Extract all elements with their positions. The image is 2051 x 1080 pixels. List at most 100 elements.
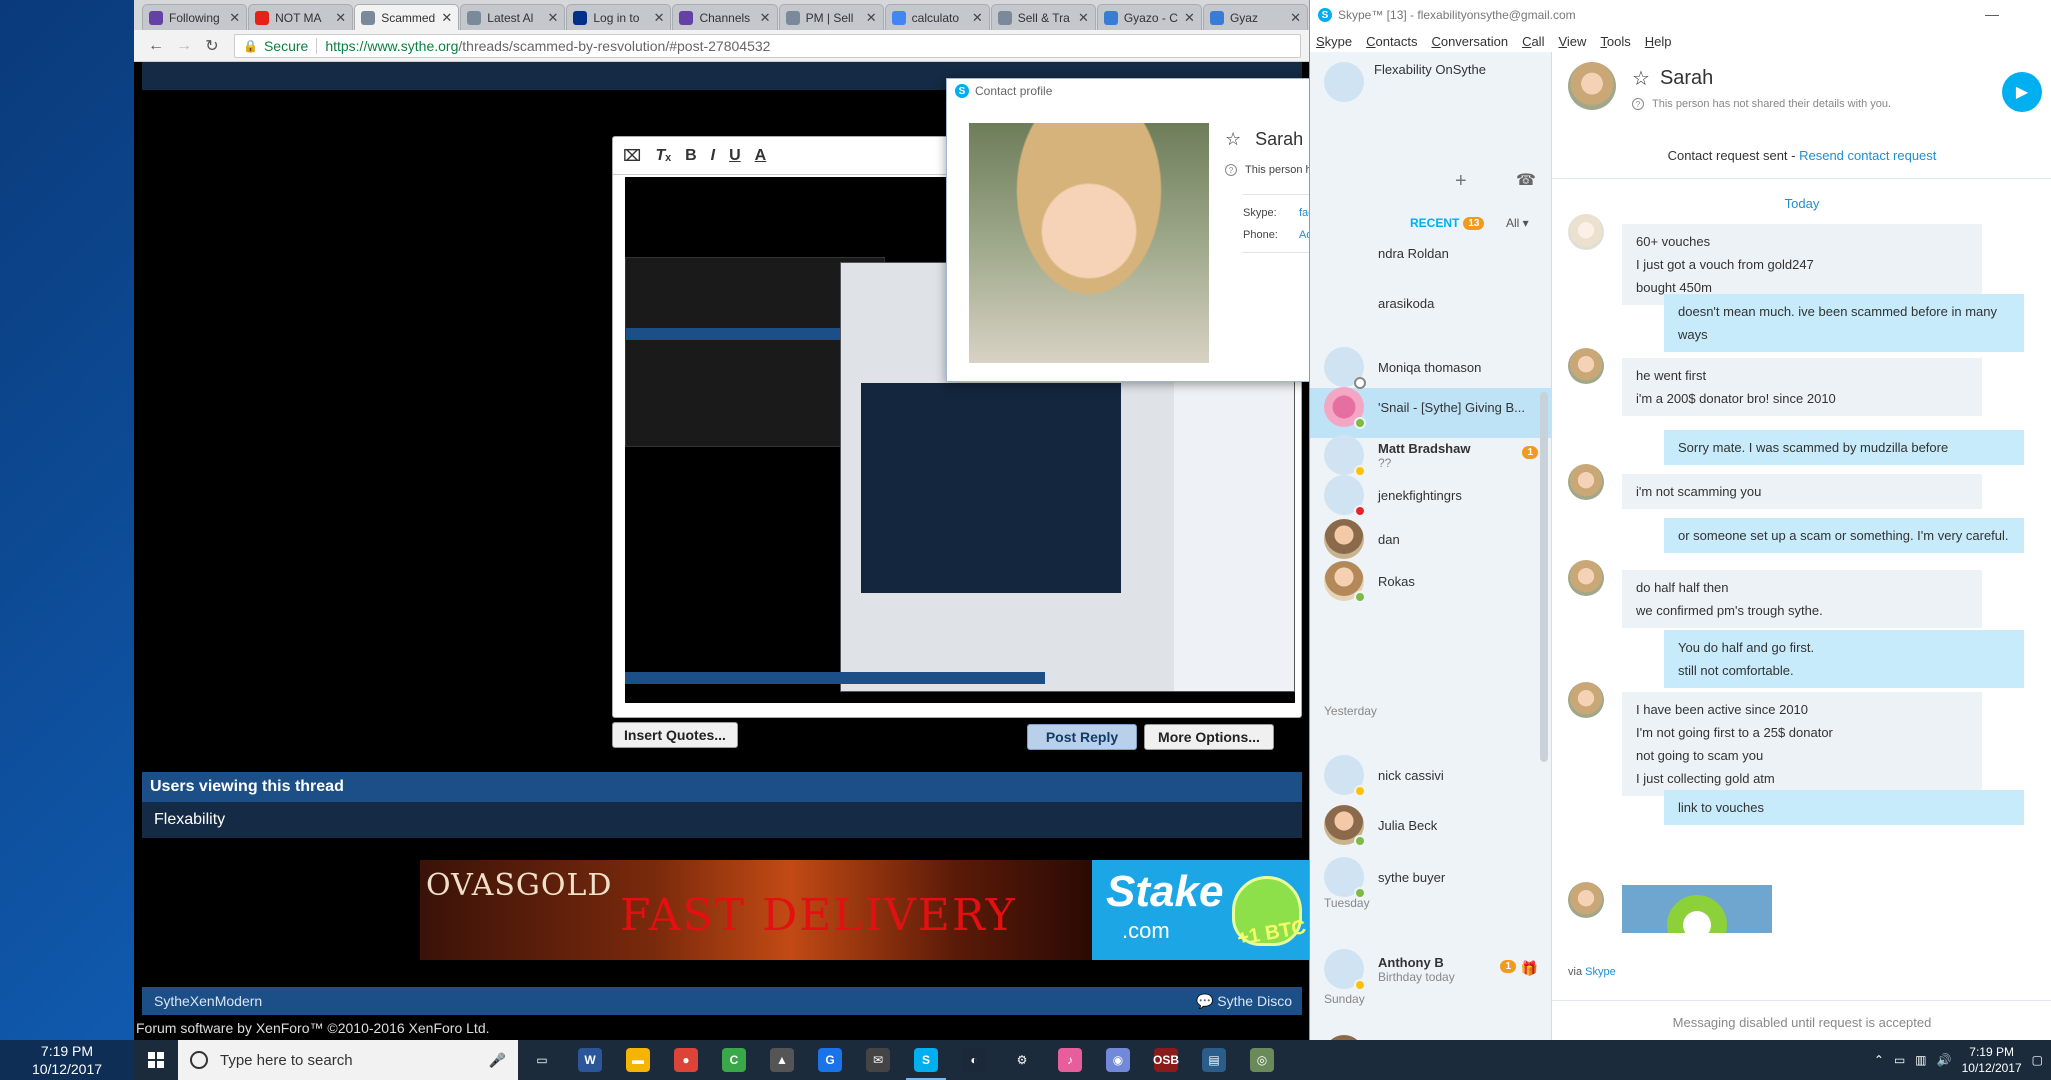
battery-icon[interactable]: ▭ <box>1894 1053 1905 1067</box>
sender-avatar[interactable] <box>1568 560 1604 596</box>
contact-avatar[interactable] <box>1568 62 1616 110</box>
contact-list-item[interactable]: arasikoda <box>1310 278 1552 328</box>
browser-tab[interactable]: Scammed ✕ <box>354 4 460 30</box>
outgoing-message[interactable]: doesn't mean much. ive been scammed befo… <box>1664 294 2024 352</box>
style-chooser[interactable]: SytheXenModern <box>154 993 262 1009</box>
remove-format-icon[interactable]: ⌧ <box>623 146 641 166</box>
notifications-icon[interactable]: ▢ <box>2032 1053 2043 1067</box>
discord-link[interactable]: 💬 Sythe Disco <box>1196 993 1292 1010</box>
browser-tab[interactable]: Log in to ✕ <box>566 4 672 30</box>
tray-clock[interactable]: 7:19 PM 10/12/2017 <box>1962 1044 2022 1076</box>
address-bar[interactable]: 🔒 Secure https://www.sythe.org /threads/… <box>234 33 1301 58</box>
taskbar-settings[interactable]: ⚙ <box>998 1040 1046 1080</box>
shared-image[interactable] <box>1622 885 1772 933</box>
contact-list-item[interactable]: ndra Roldan <box>1310 228 1552 278</box>
sender-avatar[interactable] <box>1568 214 1604 250</box>
incoming-message[interactable]: i'm not scamming you <box>1622 474 1982 509</box>
incoming-message[interactable]: I have been active since 2010 I'm not goi… <box>1622 692 1982 796</box>
browser-tab[interactable]: PM | Sell ✕ <box>778 4 884 30</box>
favorite-star-icon[interactable]: ☆ <box>1225 129 1241 150</box>
sender-avatar[interactable] <box>1568 682 1604 718</box>
taskbar-search[interactable]: Type here to search 🎤 <box>178 1040 518 1080</box>
taskbar-osbuddy[interactable]: OSB <box>1142 1040 1190 1080</box>
taskbar-discord[interactable]: ◉ <box>1094 1040 1142 1080</box>
volume-icon[interactable]: 🔊 <box>1937 1053 1952 1067</box>
contact-list-item[interactable]: nick cassivi <box>1310 750 1552 800</box>
browser-tab[interactable]: Sell & Tra ✕ <box>990 4 1096 30</box>
close-tab-icon[interactable]: ✕ <box>972 10 983 26</box>
underline-icon[interactable]: U <box>729 147 741 165</box>
menu-skype[interactable]: Skype <box>1316 34 1352 49</box>
chevron-up-icon[interactable]: ⌃ <box>1874 1053 1884 1067</box>
taskbar-app-g[interactable]: G <box>806 1040 854 1080</box>
browser-tab[interactable]: NOT MA ✕ <box>248 4 354 30</box>
outgoing-message[interactable]: Sorry mate. I was scammed by mudzilla be… <box>1664 430 2024 465</box>
menu-call[interactable]: Call <box>1522 34 1544 49</box>
taskbar-camtasia[interactable]: C <box>710 1040 758 1080</box>
menu-contacts[interactable]: Contacts <box>1366 34 1417 49</box>
clear-format-icon[interactable]: Tₓ <box>655 147 671 165</box>
add-number-link[interactable]: Add Number <box>1299 229 1309 241</box>
browser-tab[interactable]: Gyaz ✕ <box>1202 4 1309 30</box>
close-tab-icon[interactable]: ✕ <box>441 10 452 26</box>
resend-request-link[interactable]: Resend contact request <box>1799 148 1936 163</box>
contact-list-item[interactable]: Rokas <box>1310 556 1552 606</box>
bold-icon[interactable]: B <box>685 147 697 165</box>
minimize-icon[interactable]: — <box>1985 6 1999 22</box>
start-button[interactable] <box>134 1040 178 1080</box>
ovasgold-ad[interactable]: OVASGOLD FAST DELIVERY <box>420 860 1092 960</box>
contact-list-item[interactable]: jenekfightingrs <box>1310 470 1552 520</box>
taskbar-itunes[interactable]: ♪ <box>1046 1040 1094 1080</box>
taskbar-runescape[interactable]: ▤ <box>1190 1040 1238 1080</box>
add-contact-icon[interactable]: + <box>1455 170 1467 193</box>
italic-icon[interactable]: I <box>711 147 715 165</box>
video-call-icon[interactable]: ▶ <box>2002 72 2042 112</box>
close-tab-icon[interactable]: ✕ <box>1290 10 1301 26</box>
close-tab-icon[interactable]: ✕ <box>335 10 346 26</box>
sender-avatar[interactable] <box>1568 882 1604 918</box>
network-icon[interactable]: ▥ <box>1915 1053 1926 1067</box>
browser-tab[interactable]: Gyazo - C ✕ <box>1096 4 1202 30</box>
close-tab-icon[interactable]: ✕ <box>1078 10 1089 26</box>
close-tab-icon[interactable]: ✕ <box>229 10 240 26</box>
sender-avatar[interactable] <box>1568 348 1604 384</box>
sender-avatar[interactable] <box>1568 464 1604 500</box>
menu-view[interactable]: View <box>1558 34 1586 49</box>
users-viewing-list[interactable]: Flexability <box>142 802 1302 838</box>
browser-tab[interactable]: calculato ✕ <box>884 4 990 30</box>
skype-id-value[interactable]: facebook:180665009118032 <box>1299 207 1309 219</box>
insert-quotes-button[interactable]: Insert Quotes... <box>612 722 738 748</box>
close-tab-icon[interactable]: ✕ <box>1184 10 1195 26</box>
post-reply-button[interactable]: Post Reply <box>1027 724 1137 750</box>
outgoing-message[interactable]: You do half and go first. still not comfo… <box>1664 630 2024 688</box>
reload-button[interactable]: ↻ <box>198 36 226 56</box>
dialpad-icon[interactable]: ☎ <box>1516 170 1536 190</box>
incoming-message[interactable]: do half half then we confirmed pm's troug… <box>1622 570 1982 628</box>
taskbar-chrome[interactable]: ● <box>662 1040 710 1080</box>
taskbar-task-view[interactable]: ▭ <box>518 1040 566 1080</box>
close-tab-icon[interactable]: ✕ <box>866 10 877 26</box>
outgoing-message[interactable]: link to vouches <box>1664 790 2024 825</box>
incoming-message[interactable]: he went first i'm a 200$ donator bro! sin… <box>1622 358 1982 416</box>
font-color-icon[interactable]: A <box>755 147 767 165</box>
incoming-message[interactable]: 60+ vouches I just got a vouch from gold2… <box>1622 224 1982 305</box>
browser-tab[interactable]: Following ✕ <box>142 4 248 30</box>
taskbar-photos[interactable]: ▲ <box>758 1040 806 1080</box>
menu-tools[interactable]: Tools <box>1600 34 1630 49</box>
contact-list-item[interactable]: Anthony B Birthday today 1 🎁 <box>1310 944 1552 994</box>
close-tab-icon[interactable]: ✕ <box>654 10 665 26</box>
my-profile[interactable]: Flexability OnSythe <box>1324 62 1486 102</box>
outgoing-message[interactable]: or someone set up a scam or something. I… <box>1664 518 2024 553</box>
taskbar-word[interactable]: W <box>566 1040 614 1080</box>
via-skype-link[interactable]: Skype <box>1585 966 1616 978</box>
contact-list-item[interactable]: sythe buyer <box>1310 852 1552 902</box>
contact-list-item[interactable]: Helen Okla <box>1310 1030 1552 1040</box>
favorite-star-icon[interactable]: ☆ <box>1632 66 1650 91</box>
taskbar-steam[interactable]: ◐ <box>950 1040 998 1080</box>
stake-ad[interactable]: Stake .com +1 BTC <box>1092 860 1309 960</box>
taskbar-file-explorer[interactable]: ▬ <box>614 1040 662 1080</box>
browser-tab[interactable]: Channels ✕ <box>672 4 778 30</box>
more-options-button[interactable]: More Options... <box>1144 724 1274 750</box>
taskbar-mail[interactable]: ✉ <box>854 1040 902 1080</box>
browser-tab[interactable]: Latest Al ✕ <box>460 4 566 30</box>
